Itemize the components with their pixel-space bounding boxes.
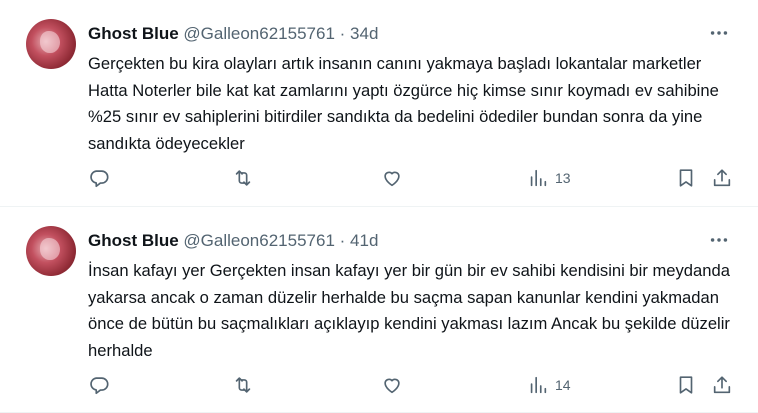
more-horizontal-icon[interactable] (708, 229, 730, 251)
tweet-header: Ghost Blue @Galleon62155761 · 41d (88, 230, 378, 252)
tweet[interactable]: Ghost Blue @Galleon62155761 · 41d İnsan … (0, 207, 758, 413)
user-handle[interactable]: @Galleon62155761 (183, 24, 335, 43)
tweet-actions: 13 (0, 166, 758, 190)
more-horizontal-icon[interactable] (708, 22, 730, 44)
views-button[interactable]: 14 (527, 373, 571, 397)
like-button[interactable] (381, 373, 403, 397)
tweet-actions: 14 (0, 373, 758, 397)
views-icon (530, 169, 547, 187)
display-name[interactable]: Ghost Blue (88, 231, 179, 250)
reply-icon (90, 170, 109, 188)
views-button[interactable]: 13 (527, 166, 571, 190)
bookmark-button[interactable] (675, 166, 697, 190)
avatar[interactable] (26, 19, 76, 69)
share-icon (713, 169, 731, 187)
retweet-button[interactable] (232, 166, 254, 190)
heart-icon (384, 378, 400, 394)
separator-dot: · (339, 231, 346, 250)
reply-icon (90, 377, 109, 395)
like-button[interactable] (381, 166, 403, 190)
timestamp[interactable]: 34d (350, 24, 378, 43)
share-icon (713, 376, 731, 394)
share-button[interactable] (711, 166, 733, 190)
share-button[interactable] (711, 373, 733, 397)
tweet-text: İnsan kafayı yer Gerçekten insan kafayı … (88, 261, 730, 360)
heart-icon (384, 171, 400, 187)
views-count: 14 (555, 377, 571, 393)
retweet-icon (235, 377, 251, 393)
reply-button[interactable] (88, 166, 110, 190)
bookmark-button[interactable] (675, 373, 697, 397)
tweet[interactable]: Ghost Blue @Galleon62155761 · 34d Gerçek… (0, 0, 758, 207)
timestamp[interactable]: 41d (350, 231, 378, 250)
tweet-header: Ghost Blue @Galleon62155761 · 34d (88, 23, 378, 45)
avatar[interactable] (26, 226, 76, 276)
tweet-text: Gerçekten bu kira olayları artık insanın… (88, 54, 719, 153)
retweet-button[interactable] (232, 373, 254, 397)
views-icon (530, 376, 547, 394)
reply-button[interactable] (88, 373, 110, 397)
display-name[interactable]: Ghost Blue (88, 24, 179, 43)
bookmark-icon (679, 169, 693, 187)
views-count: 13 (555, 170, 571, 186)
user-handle[interactable]: @Galleon62155761 (183, 231, 335, 250)
separator-dot: · (339, 24, 346, 43)
bookmark-icon (679, 376, 693, 394)
retweet-icon (235, 170, 251, 186)
